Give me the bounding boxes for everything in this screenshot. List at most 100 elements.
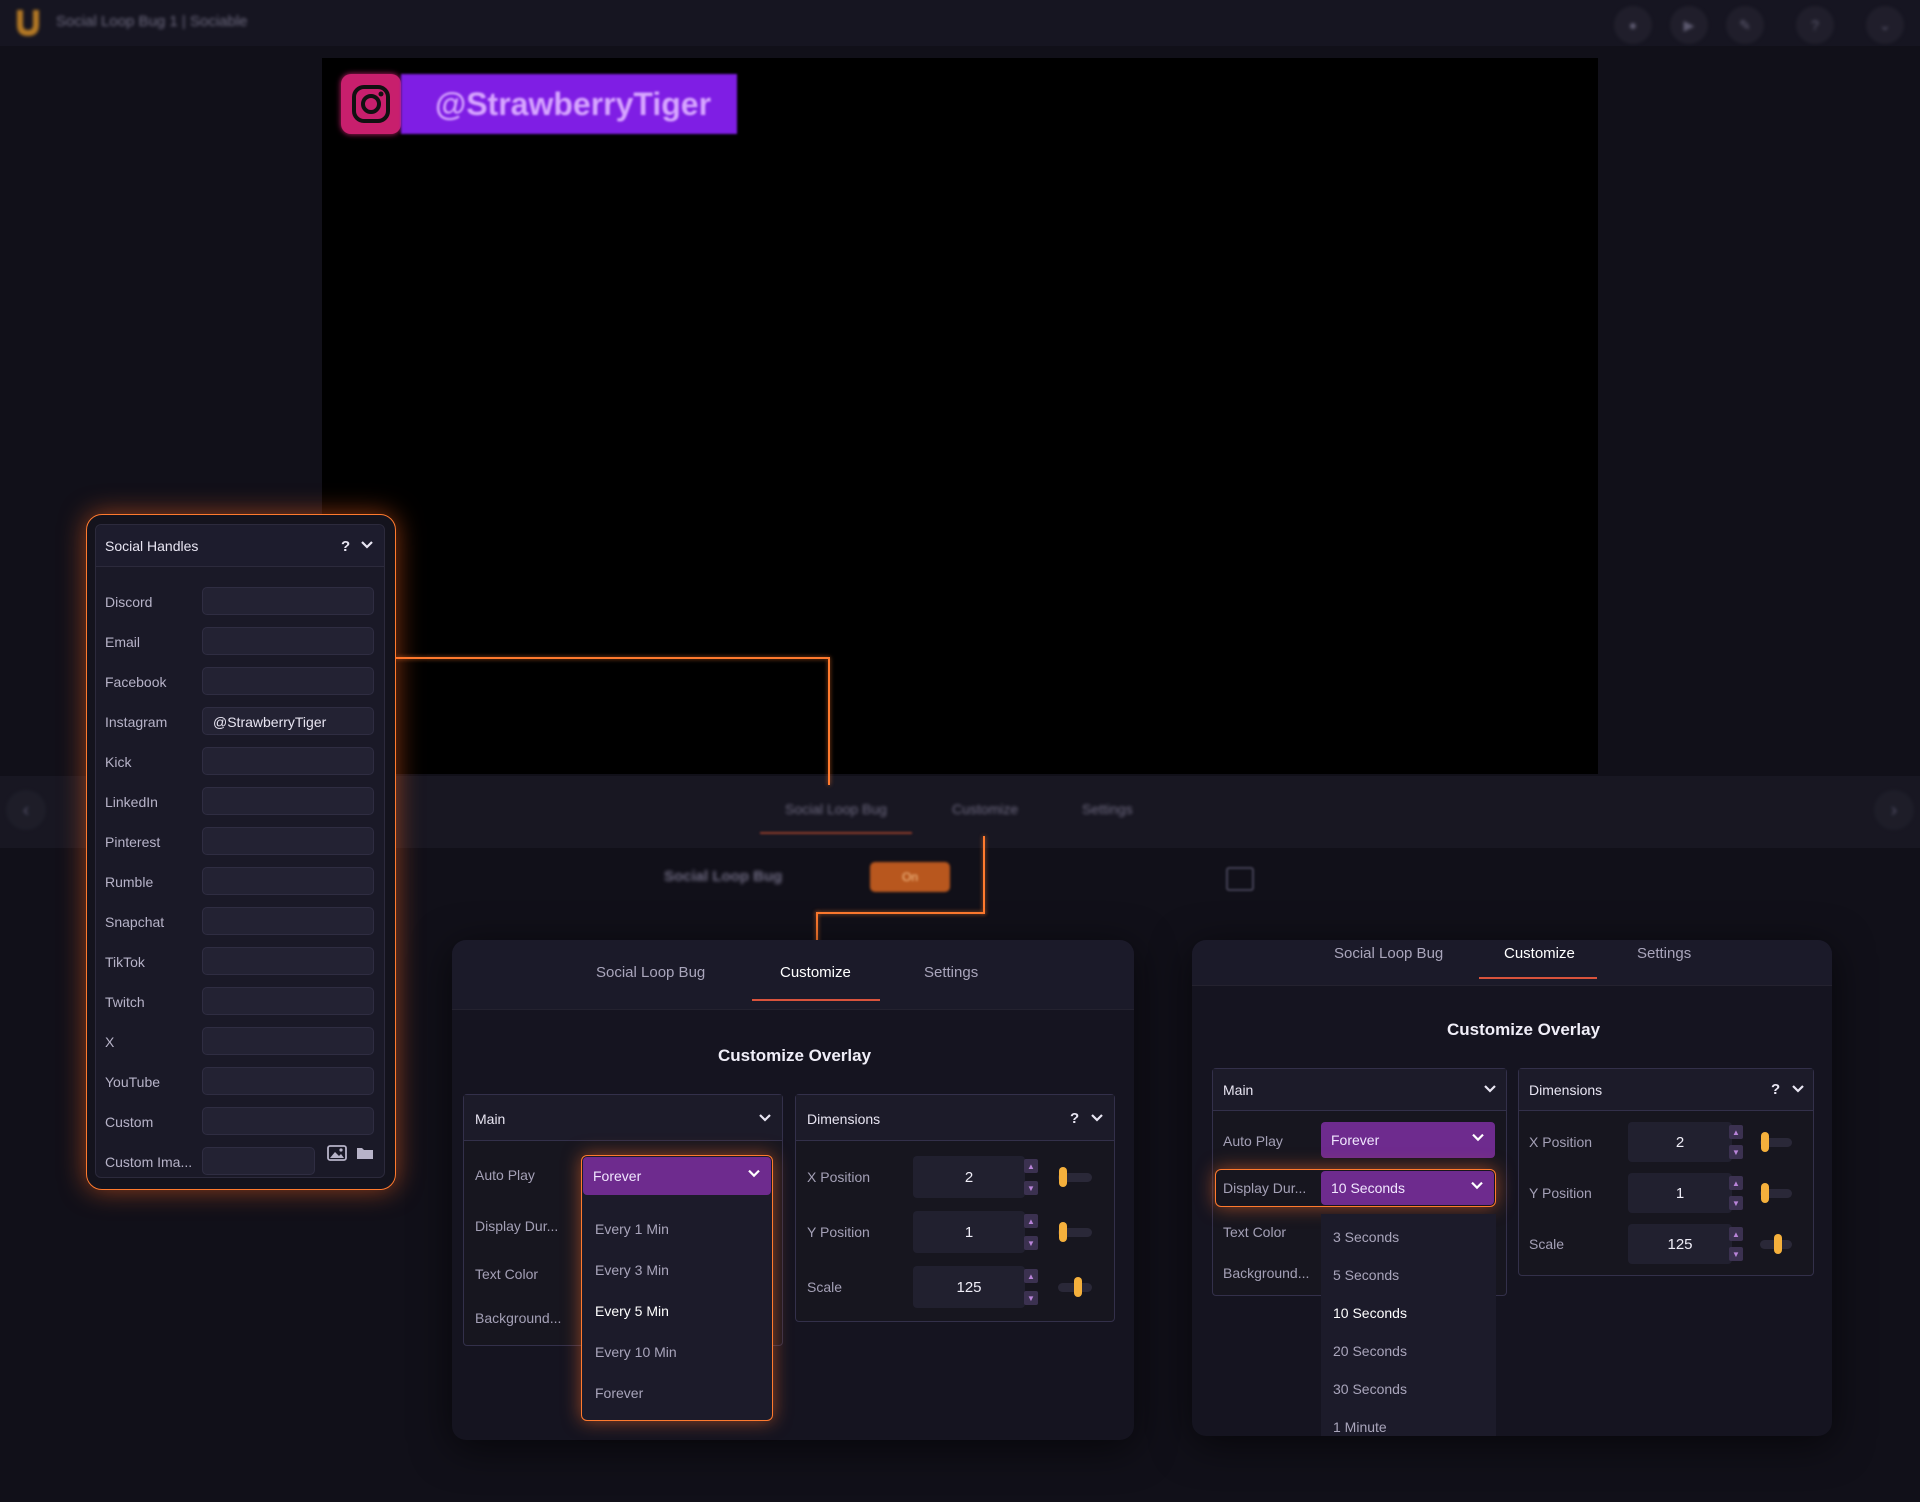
chevron-right-icon[interactable]: ›	[1874, 790, 1914, 830]
chevron-down-icon[interactable]	[1483, 1082, 1497, 1101]
chevron-down-icon	[1471, 1131, 1485, 1148]
dropdown-option[interactable]: 3 Seconds	[1333, 1229, 1399, 1245]
dim-input-x-position[interactable]: 2	[913, 1156, 1025, 1198]
stepper-down-icon[interactable]: ▼	[1729, 1247, 1743, 1261]
connector-line	[828, 657, 830, 785]
dim-label-x-position: X Position	[1529, 1134, 1593, 1150]
stepper-up-icon[interactable]: ▲	[1024, 1214, 1038, 1228]
bg-tab-settings[interactable]: Settings	[1082, 801, 1133, 817]
stepper-up-icon[interactable]: ▲	[1729, 1125, 1743, 1139]
dropdown-option[interactable]: 30 Seconds	[1333, 1381, 1407, 1397]
handle-input-custom[interactable]	[202, 1107, 374, 1135]
chevron-down-icon[interactable]	[758, 1111, 772, 1130]
dim-input-y-position[interactable]: 1	[913, 1211, 1025, 1253]
stepper-down-icon[interactable]: ▼	[1729, 1196, 1743, 1210]
folder-icon[interactable]	[356, 1146, 374, 1165]
record-icon[interactable]: ●	[1614, 6, 1652, 44]
bg-layout-icon[interactable]	[1226, 867, 1254, 891]
dim-slider-thumb[interactable]	[1059, 1167, 1067, 1187]
chevron-down-icon[interactable]	[1791, 1082, 1805, 1101]
preview-handle-text: @StrawberryTiger	[401, 74, 737, 134]
handle-input-tiktok[interactable]	[202, 947, 374, 975]
field-label-text-color: Text Color	[1223, 1224, 1287, 1240]
auto-play-select[interactable]: Forever	[1321, 1122, 1495, 1158]
image-icon[interactable]	[327, 1145, 347, 1166]
handle-input-facebook[interactable]	[202, 667, 374, 695]
handle-input-custom-ima[interactable]	[202, 1147, 315, 1175]
play-icon[interactable]: ▶	[1670, 6, 1708, 44]
bg-tab-underline	[760, 832, 912, 834]
help-icon[interactable]: ?	[1796, 6, 1834, 44]
tab-settings[interactable]: Settings	[1637, 945, 1691, 962]
dim-input-scale[interactable]: 125	[913, 1266, 1025, 1308]
main-card-header[interactable]	[1213, 1069, 1506, 1111]
handle-label-custom-ima: Custom Ima...	[105, 1154, 193, 1170]
bg-tab-customize[interactable]: Customize	[952, 801, 1018, 817]
auto-play-select[interactable]: Forever	[583, 1157, 771, 1195]
dropdown-option[interactable]: 1 Minute	[1333, 1419, 1387, 1435]
instagram-icon	[341, 74, 401, 134]
handle-input-x[interactable]	[202, 1027, 374, 1055]
dim-slider-thumb[interactable]	[1774, 1234, 1782, 1254]
dropdown-option[interactable]: 10 Seconds	[1333, 1305, 1407, 1321]
tab-social-loop-bug[interactable]: Social Loop Bug	[1334, 945, 1443, 962]
dropdown-option[interactable]: Every 5 Min	[595, 1303, 669, 1319]
display-duration-select[interactable]: 10 Seconds	[1321, 1171, 1494, 1205]
main-card-header[interactable]	[464, 1095, 782, 1141]
chevron-left-icon[interactable]: ‹	[6, 790, 46, 830]
stepper-up-icon[interactable]: ▲	[1024, 1269, 1038, 1283]
handle-input-snapchat[interactable]	[202, 907, 374, 935]
dropdown-option[interactable]: Every 3 Min	[595, 1262, 669, 1278]
main-card-title: Main	[1223, 1082, 1254, 1098]
stepper-up-icon[interactable]: ▲	[1729, 1176, 1743, 1190]
dropdown-option[interactable]: 5 Seconds	[1333, 1267, 1399, 1283]
dropdown-option[interactable]: 20 Seconds	[1333, 1343, 1407, 1359]
stepper-down-icon[interactable]: ▼	[1024, 1181, 1038, 1195]
handle-label-email: Email	[105, 634, 141, 650]
handle-input-email[interactable]	[202, 627, 374, 655]
help-icon[interactable]: ?	[1771, 1081, 1780, 1098]
chevron-down-icon[interactable]	[1090, 1111, 1104, 1130]
handle-input-linkedin[interactable]	[202, 787, 374, 815]
dropdown-option[interactable]: Forever	[595, 1385, 643, 1401]
tab-customize[interactable]: Customize	[1504, 945, 1575, 962]
pin-icon[interactable]: ✎	[1726, 6, 1764, 44]
stepper-up-icon[interactable]: ▲	[1729, 1227, 1743, 1241]
dim-input-y-position[interactable]: 1	[1628, 1173, 1732, 1213]
handle-input-youtube[interactable]	[202, 1067, 374, 1095]
dropdown-option[interactable]: Every 10 Min	[595, 1344, 677, 1360]
dim-input-scale[interactable]: 125	[1628, 1224, 1732, 1264]
dropdown-option[interactable]: Every 1 Min	[595, 1221, 669, 1237]
stepper-down-icon[interactable]: ▼	[1024, 1236, 1038, 1250]
help-icon[interactable]: ?	[1070, 1110, 1079, 1127]
social-handles-title: Social Handles	[105, 538, 199, 554]
stepper-down-icon[interactable]: ▼	[1024, 1291, 1038, 1305]
bg-tab-social-loop-bug[interactable]: Social Loop Bug	[785, 801, 887, 817]
help-icon[interactable]: ?	[341, 538, 350, 555]
tab-settings[interactable]: Settings	[924, 964, 978, 981]
handle-input-discord[interactable]	[202, 587, 374, 615]
dim-slider-thumb[interactable]	[1059, 1222, 1067, 1242]
bg-toggle[interactable]: On	[870, 862, 950, 892]
dim-input-x-position[interactable]: 2	[1628, 1122, 1732, 1162]
active-tab-underline	[1479, 977, 1597, 979]
handle-input-kick[interactable]	[202, 747, 374, 775]
handle-label-kick: Kick	[105, 754, 132, 770]
handle-input-pinterest[interactable]	[202, 827, 374, 855]
chevron-down-icon[interactable]: ⌄	[1866, 6, 1904, 44]
dim-slider-thumb[interactable]	[1761, 1183, 1769, 1203]
dim-slider-thumb[interactable]	[1761, 1132, 1769, 1152]
stepper-down-icon[interactable]: ▼	[1729, 1145, 1743, 1159]
main-card-title: Main	[475, 1111, 506, 1127]
stepper-up-icon[interactable]: ▲	[1024, 1159, 1038, 1173]
tab-customize[interactable]: Customize	[780, 964, 851, 981]
handle-input-instagram[interactable]: @StrawberryTiger	[202, 707, 374, 735]
dim-slider-thumb[interactable]	[1074, 1277, 1082, 1297]
chevron-down-icon[interactable]	[360, 538, 374, 557]
handle-label-snapchat: Snapchat	[105, 914, 165, 930]
tab-social-loop-bug[interactable]: Social Loop Bug	[596, 964, 705, 981]
handle-input-twitch[interactable]	[202, 987, 374, 1015]
handle-label-discord: Discord	[105, 594, 153, 610]
field-label-display-duration: Display Dur...	[1223, 1180, 1307, 1196]
handle-input-rumble[interactable]	[202, 867, 374, 895]
